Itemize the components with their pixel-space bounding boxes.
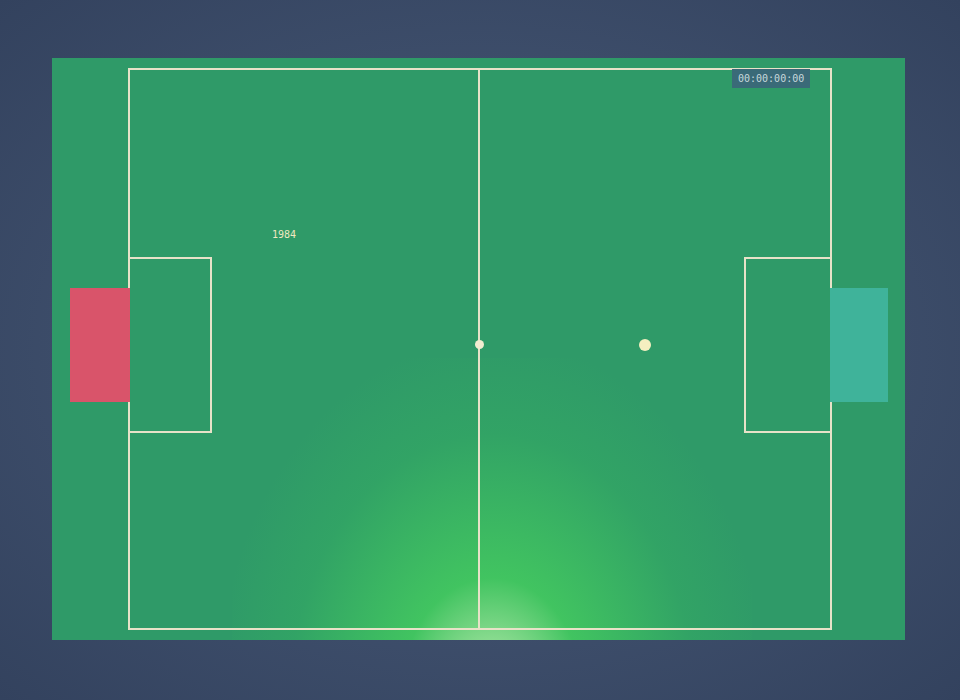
penalty-box-right — [744, 257, 832, 433]
center-line — [478, 68, 480, 630]
penalty-box-left — [128, 257, 212, 433]
score-label: 1984 — [272, 228, 296, 241]
pitch-outline — [128, 68, 832, 630]
goal — [70, 288, 130, 402]
center-spot — [475, 340, 484, 349]
soccer-field: 1984 00:00:00:00 — [52, 58, 905, 640]
projection-surface: 1984 00:00:00:00 — [0, 0, 960, 700]
goal — [830, 288, 888, 402]
timer: 00:00:00:00 — [732, 69, 810, 88]
light-glare — [232, 358, 752, 640]
ball[interactable] — [639, 339, 651, 351]
